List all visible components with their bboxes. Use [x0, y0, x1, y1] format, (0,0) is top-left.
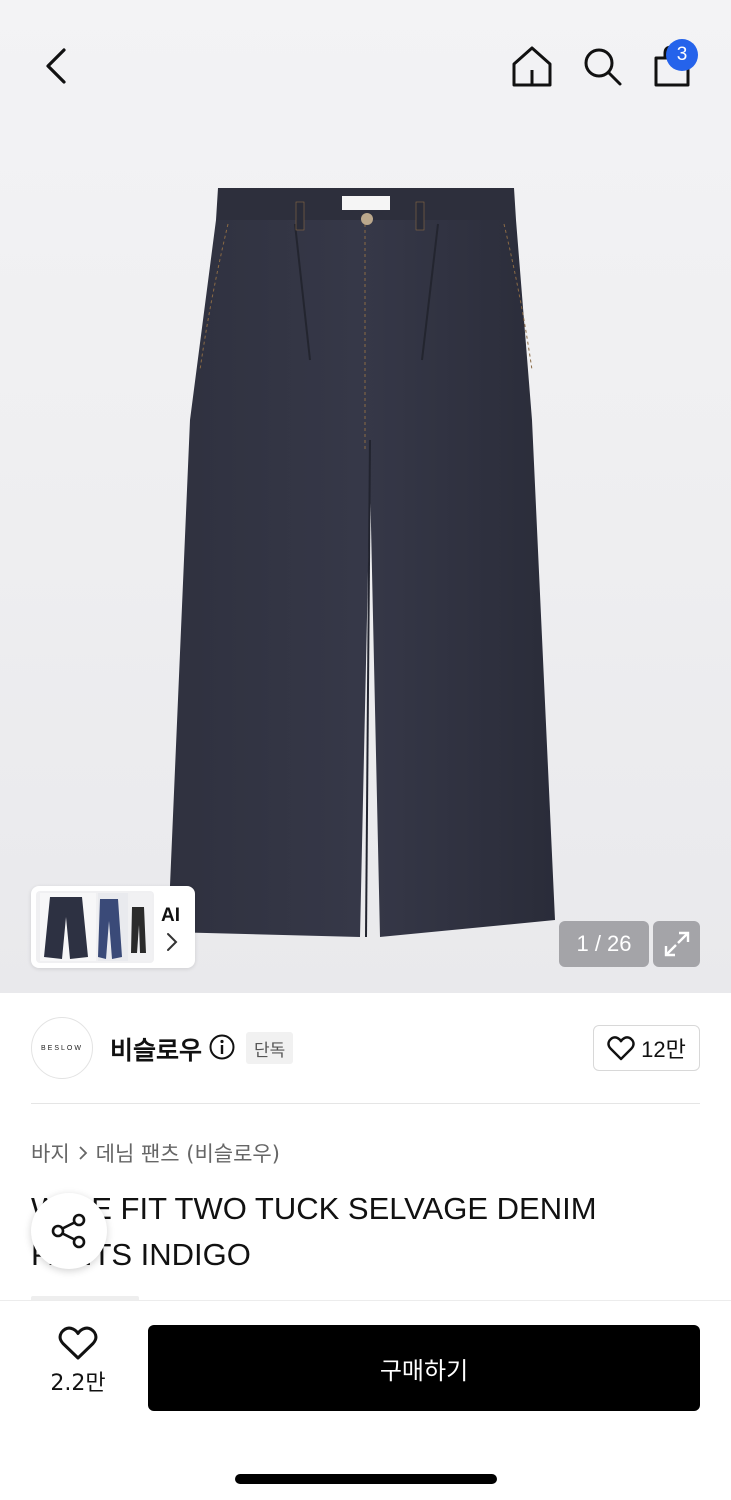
brand-like-button[interactable]: 12만	[593, 1025, 700, 1071]
ai-label[interactable]: AI	[161, 905, 180, 927]
product-image	[168, 188, 555, 938]
chevron-left-icon	[46, 48, 66, 84]
wishlist-button[interactable]: 2.2만	[40, 1325, 116, 1405]
share-button[interactable]	[31, 1193, 107, 1269]
brand-logo-text: BESLOW	[41, 1044, 83, 1052]
ai-recommendation-card[interactable]	[31, 886, 195, 968]
ai-thumbnail-strip	[36, 891, 154, 963]
exclusive-badge: 단독	[246, 1032, 294, 1064]
chevron-right-icon	[79, 1146, 87, 1160]
home-button[interactable]	[508, 42, 556, 90]
breadcrumb-subcategory[interactable]: 데님 팬츠 (비슬로우)	[96, 1138, 280, 1168]
product-title: WIDE FIT TWO TUCK SELVAGE DENIM PANTS IN…	[31, 1191, 597, 1272]
info-icon[interactable]	[209, 1034, 235, 1060]
cart-count-badge: 3	[666, 39, 698, 71]
chevron-right-icon[interactable]	[163, 931, 181, 953]
expand-icon	[664, 931, 689, 957]
wishlist-count: 2.2만	[50, 1371, 106, 1396]
expand-image-button[interactable]	[653, 921, 700, 967]
brand-logo[interactable]: BESLOW	[31, 1017, 93, 1079]
home-indicator	[235, 1474, 497, 1484]
brand-like-count: 12만	[641, 1037, 686, 1062]
image-counter: 1 / 26	[559, 921, 649, 967]
home-icon	[512, 46, 552, 87]
heart-outline-icon	[58, 1326, 98, 1360]
brand-name[interactable]: 비슬로우	[110, 1031, 202, 1067]
search-button[interactable]	[578, 42, 626, 90]
back-button[interactable]	[32, 42, 80, 90]
search-icon	[584, 48, 622, 86]
heart-outline-icon	[607, 1036, 635, 1061]
buy-button[interactable]: 구매하기	[148, 1325, 700, 1411]
share-icon	[51, 1213, 86, 1249]
divider	[31, 1103, 700, 1104]
top-navigation: 3	[0, 0, 731, 130]
breadcrumb: 바지 데님 팬츠 (비슬로우)	[31, 1138, 280, 1168]
product-image-gallery[interactable]: 3 AI 1 / 26	[0, 0, 731, 993]
breadcrumb-category[interactable]: 바지	[31, 1138, 70, 1168]
